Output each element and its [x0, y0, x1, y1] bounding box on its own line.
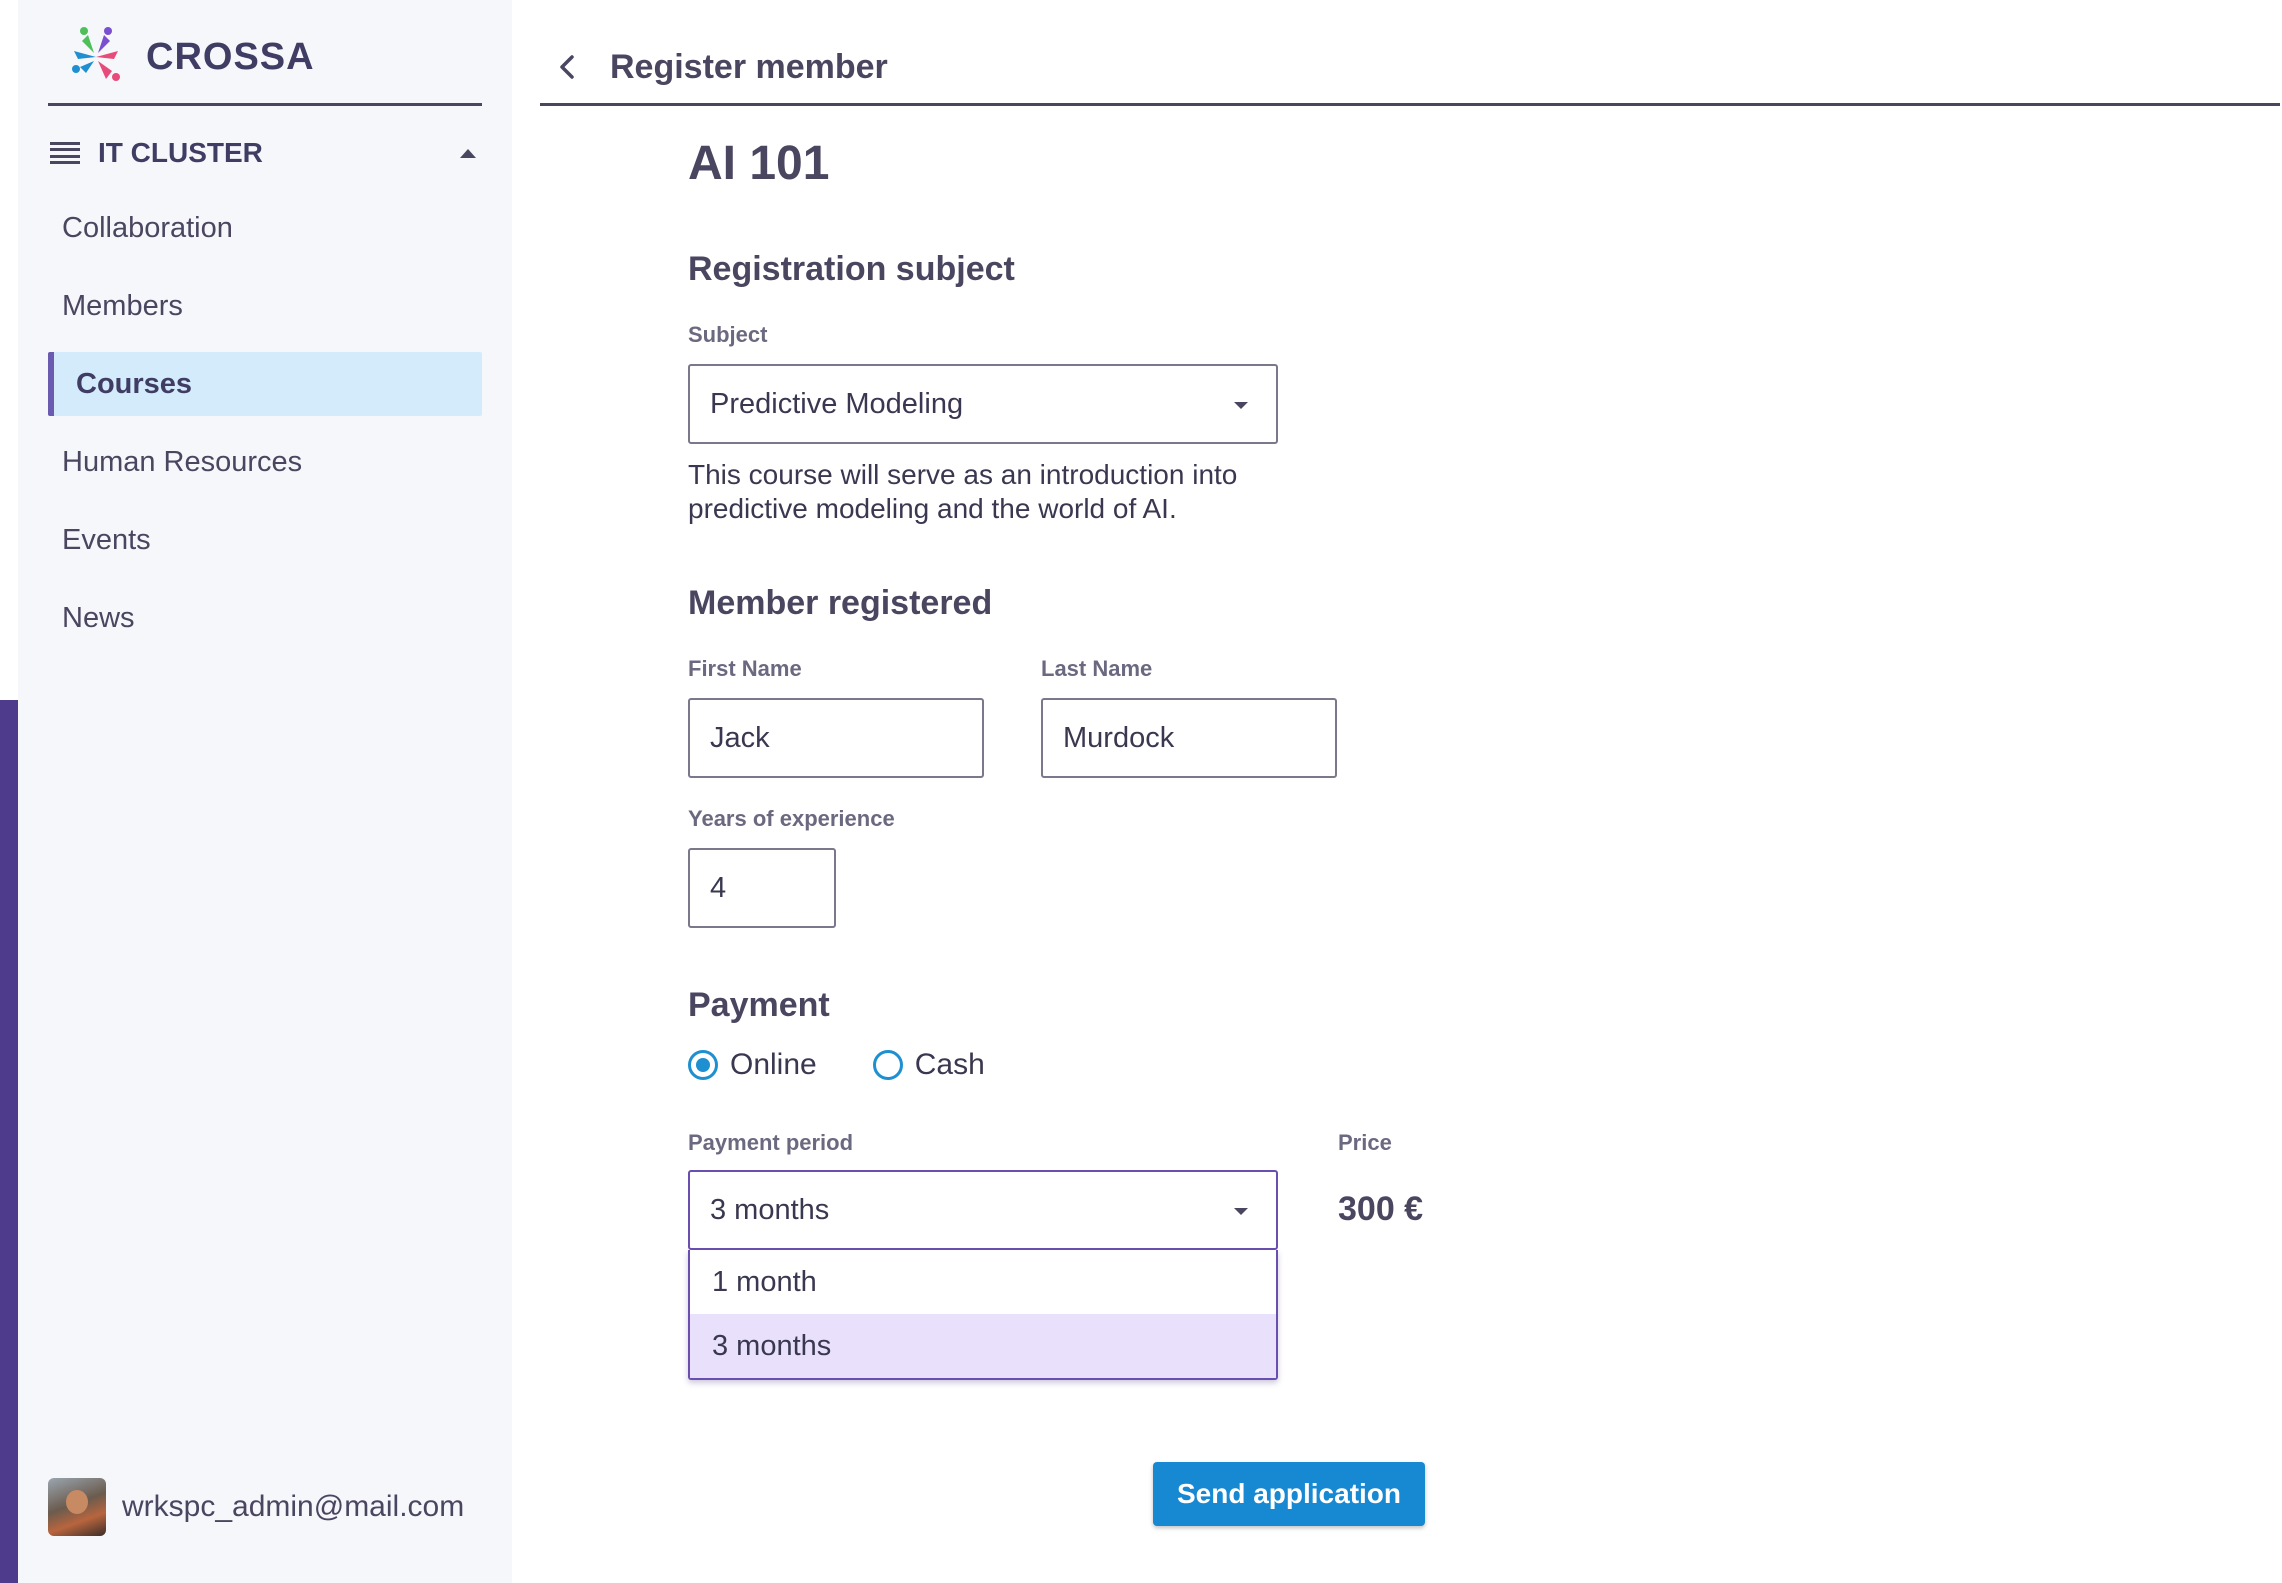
- chevron-down-icon: [1234, 402, 1248, 409]
- last-name-value: Murdock: [1063, 721, 1175, 754]
- payment-period-select[interactable]: 3 months: [688, 1170, 1278, 1250]
- price-label: Price: [1338, 1130, 1392, 1155]
- sidebar: CROSSA IT CLUSTER Collaboration Members …: [18, 0, 512, 1583]
- payment-period-menu: 1 month 3 months: [688, 1250, 1278, 1380]
- user-profile[interactable]: wrkspc_admin@mail.com: [48, 1478, 464, 1536]
- member-registered-heading: Member registered: [688, 584, 993, 622]
- header-divider: [540, 103, 2280, 106]
- left-edge-strip: [0, 700, 18, 1583]
- experience-field[interactable]: 4: [688, 848, 836, 928]
- logo-text: CROSSA: [146, 35, 315, 78]
- cluster-toggle[interactable]: IT CLUSTER: [50, 130, 482, 176]
- payment-cash-radio[interactable]: Cash: [872, 1048, 985, 1082]
- chevron-left-icon: [560, 55, 574, 79]
- radio-checked-icon: [688, 1050, 718, 1080]
- experience-label: Years of experience: [688, 806, 895, 831]
- sidebar-item-events[interactable]: Events: [48, 508, 482, 572]
- crossa-logo-icon: [72, 27, 120, 81]
- payment-period-option-3-months[interactable]: 3 months: [690, 1314, 1276, 1378]
- sidebar-item-human-resources[interactable]: Human Resources: [48, 430, 482, 494]
- chevron-down-icon: [1234, 1208, 1248, 1215]
- back-button[interactable]: [548, 47, 588, 87]
- subject-label: Subject: [688, 322, 768, 347]
- chevron-up-icon: [460, 148, 476, 158]
- price-value: 300 €: [1338, 1190, 1424, 1228]
- payment-method-group: Online Cash: [688, 1048, 1041, 1082]
- registration-subject-heading: Registration subject: [688, 250, 1015, 288]
- sidebar-item-news[interactable]: News: [48, 586, 482, 650]
- first-name-value: Jack: [710, 721, 770, 754]
- experience-value: 4: [710, 871, 727, 904]
- subject-value: Predictive Modeling: [710, 387, 964, 420]
- payment-online-label: Online: [730, 1048, 817, 1081]
- last-name-field[interactable]: Murdock: [1041, 698, 1337, 778]
- cluster-label: IT CLUSTER: [98, 137, 263, 168]
- send-application-button[interactable]: Send application: [1153, 1462, 1425, 1526]
- payment-period-option-1-month[interactable]: 1 month: [690, 1250, 1276, 1314]
- payment-online-radio[interactable]: Online: [688, 1048, 817, 1082]
- payment-heading: Payment: [688, 986, 830, 1024]
- radio-unchecked-icon: [872, 1050, 903, 1080]
- page-title: Register member: [610, 47, 888, 86]
- app-logo[interactable]: CROSSA: [60, 22, 315, 92]
- sidebar-item-courses[interactable]: Courses: [48, 352, 482, 416]
- payment-period-value: 3 months: [710, 1193, 830, 1226]
- sidebar-item-collaboration[interactable]: Collaboration: [48, 196, 482, 260]
- subject-description: This course will serve as an introductio…: [688, 459, 1238, 524]
- sidebar-item-members[interactable]: Members: [48, 274, 482, 338]
- list-icon: [50, 142, 80, 164]
- course-title: AI 101: [688, 137, 830, 190]
- sidebar-nav: Collaboration Members Courses Human Reso…: [48, 196, 482, 664]
- subject-select[interactable]: Predictive Modeling: [688, 364, 1278, 444]
- first-name-field[interactable]: Jack: [688, 698, 984, 778]
- sidebar-divider: [48, 103, 482, 106]
- user-email: wrkspc_admin@mail.com: [122, 1490, 465, 1523]
- first-name-label: First Name: [688, 656, 802, 681]
- payment-cash-label: Cash: [914, 1048, 985, 1081]
- last-name-label: Last Name: [1041, 656, 1153, 681]
- page-header: Register member: [540, 30, 2280, 104]
- payment-period-label: Payment period: [688, 1130, 854, 1155]
- avatar: [48, 1478, 106, 1536]
